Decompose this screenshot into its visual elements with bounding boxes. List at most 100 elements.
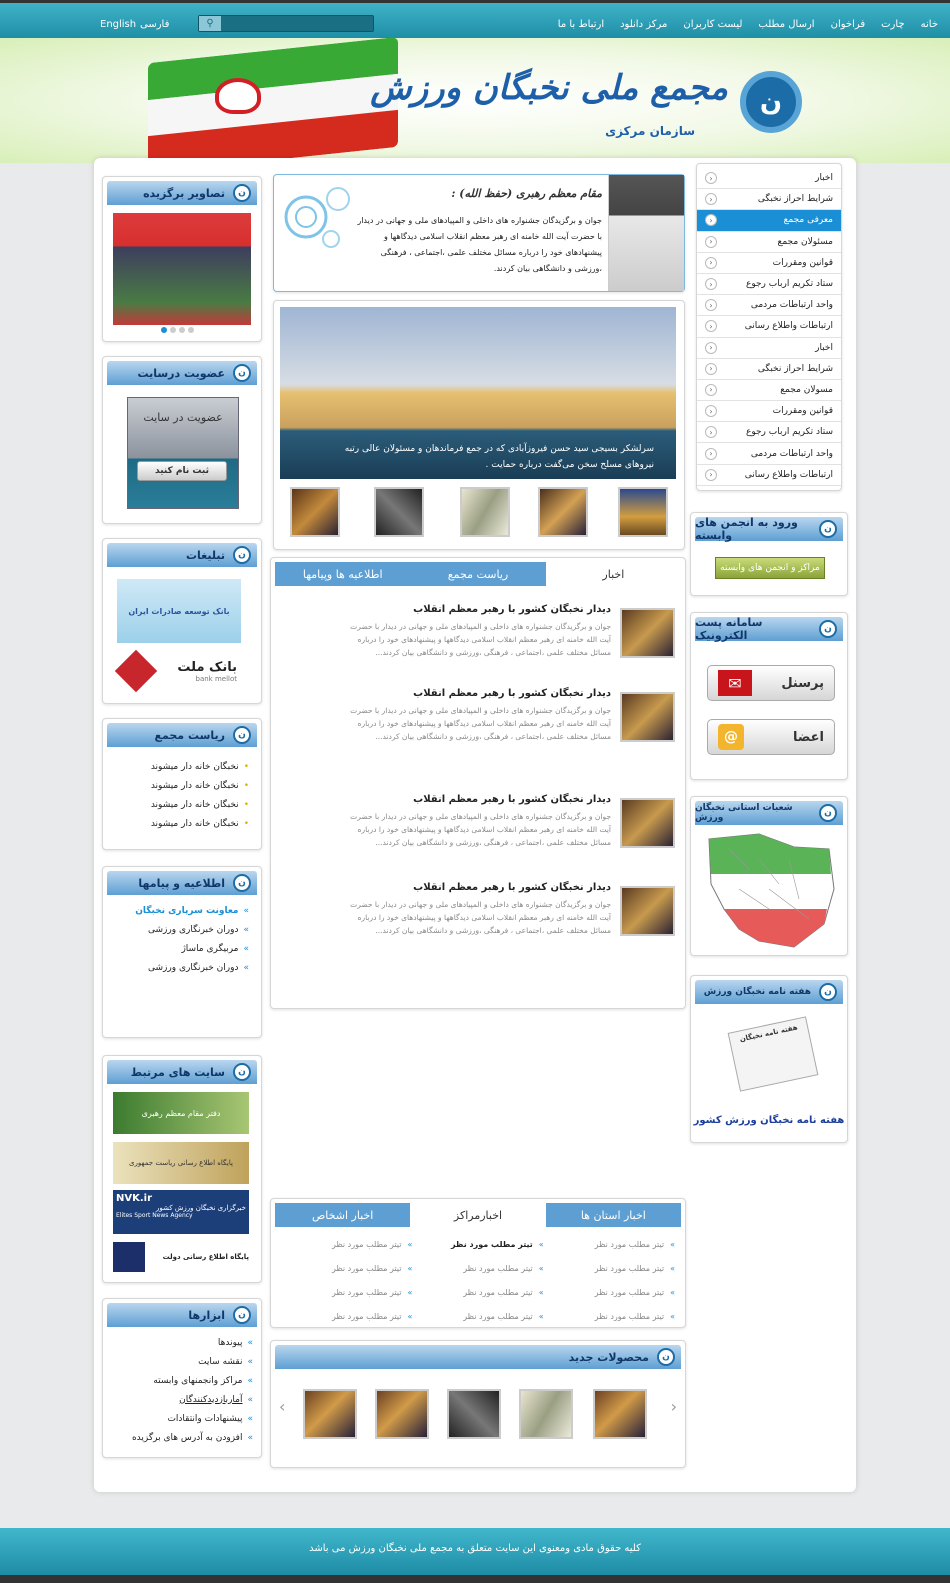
headline-label[interactable]: تیتر مطلب مورد نظر [595,1240,665,1249]
sidebar-menu-item[interactable]: مسولان مجمع ‹ [697,380,841,402]
sidebar-menu-item[interactable]: شرایط احراز نخبگی ‹ [697,359,841,380]
slider-thumb[interactable] [290,487,340,537]
list-item-label[interactable]: نخبگان خانه دار میشوند [151,762,239,772]
ad-banner-export-bank[interactable]: بانک توسعه صادرات ایران [117,579,241,643]
list-item-label[interactable]: افزودن به آدرس های برگزیده [132,1433,243,1443]
headline-item[interactable]: » تیتر مطلب مورد نظر [544,1259,675,1277]
headline-item[interactable]: » تیتر مطلب مورد نظر [281,1307,412,1325]
related-site-government[interactable]: پایگاه اطلاع رسانی دولت [113,1242,249,1272]
list-item[interactable]: » معاونت سرپاری نخبگان [113,901,249,920]
sidebar-menu-item[interactable]: اخبار ‹ [697,168,841,190]
sidebar-menu-item[interactable]: قوانین ومقررات ‹ [697,401,841,423]
personnel-mail-button[interactable]: ✉ پرسنل [707,665,835,701]
sidebar-menu-item[interactable]: واحد ارتباطات مردمی ‹ [697,443,841,465]
headline-item[interactable]: » تیتر مطلب مورد نظر [412,1235,544,1253]
members-mail-button[interactable]: @ اعضا [707,719,835,755]
list-item-label[interactable]: پیوندها [218,1338,243,1348]
list-item[interactable]: » افزودن به آدرس های برگزیده [109,1428,253,1447]
list-item-label[interactable]: مراکز وانجمنهای وابسته [153,1376,242,1386]
list-item[interactable]: » آماربازدیدکنندگان [109,1390,253,1409]
newspaper-image[interactable]: هفته نامه نخبگان [727,1016,819,1092]
list-item-label[interactable]: آماربازدیدکنندگان [179,1395,242,1405]
search-icon[interactable]: ⚲ [199,16,221,31]
sidebar-menu-item[interactable]: ارتباطات واطلاع رسانی ‹ [697,465,841,486]
nav-contact[interactable]: ارتباط با ما [558,19,604,30]
headline-label[interactable]: تیتر مطلب مورد نظر [595,1264,665,1273]
list-item[interactable]: » مراکز وانجمنهای وابسته [109,1371,253,1390]
nav-chart[interactable]: چارت [881,19,904,30]
list-item-label[interactable]: دوران خبرنگاری ورزشی [148,925,238,935]
sidebar-menu-item[interactable]: ارتباطات واطلاع رسانی ‹ [697,316,841,338]
product-thumb[interactable] [519,1389,573,1439]
headline-label[interactable]: تیتر مطلب مورد نظر [463,1264,533,1273]
news-title[interactable]: دیدار نخبگان کشور با رهبر معظم انقلاب [413,604,611,615]
headline-item[interactable]: » تیتر مطلب مورد نظر [544,1235,675,1253]
lang-farsi[interactable]: فارسی [140,19,169,30]
list-item[interactable]: » پیوندها [109,1333,253,1352]
headline-item[interactable]: » تیتر مطلب مورد نظر [412,1307,543,1325]
headline-item[interactable]: » تیتر مطلب مورد نظر [412,1283,543,1301]
nav-download[interactable]: مرکز دانلود [620,19,667,30]
news-thumb[interactable] [620,798,675,848]
list-item[interactable]: • نخبگان خانه دار میشوند [123,776,249,795]
news-item[interactable]: دیدار نخبگان کشور با رهبر معظم انقلاب جوا… [283,604,675,664]
list-item-label[interactable]: نخبگان خانه دار میشوند [151,819,239,829]
headline-label[interactable]: تیتر مطلب مورد نظر [463,1288,533,1297]
sidebar-menu-item[interactable]: ستاد تکریم ارباب رجوع ‹ [697,274,841,296]
slider-thumb[interactable] [618,487,668,537]
tab-province-news[interactable]: اخبار استان ها [546,1203,681,1227]
product-thumb[interactable] [375,1389,429,1439]
register-button[interactable]: ثبت نام کنید [137,461,227,481]
headline-label[interactable]: تیتر مطلب مورد نظر [451,1240,533,1249]
nav-users[interactable]: لیست کاربران [683,19,742,30]
list-item[interactable]: • نخبگان خانه دار میشوند [123,757,249,776]
list-item-label[interactable]: دوران خبرنگاری ورزشی [148,963,238,973]
search-input[interactable]: ⚲ [198,15,374,32]
related-site-leader[interactable]: دفتر مقام معظم رهبری [113,1092,249,1134]
news-thumb[interactable] [620,692,675,742]
sidebar-menu-item[interactable]: واحد ارتباطات مردمی ‹ [697,295,841,317]
news-thumb[interactable] [620,608,675,658]
sidebar-menu-item[interactable]: ستاد تکریم ارباب رجوع ‹ [697,422,841,444]
sidebar-menu-item[interactable]: معرفی مجمع ‹ [697,210,841,232]
related-site-nvk[interactable]: NVK.ir خبرگزاری نخبگان ورزش کشور Elites … [113,1190,249,1234]
news-title[interactable]: دیدار نخبگان کشور با رهبر معظم انقلاب [413,688,611,699]
list-item[interactable]: » نقشه سایت [109,1352,253,1371]
product-thumb[interactable] [447,1389,501,1439]
product-thumb[interactable] [593,1389,647,1439]
lang-english[interactable]: English [100,19,136,30]
headline-item[interactable]: » تیتر مطلب مورد نظر [281,1283,412,1301]
news-item[interactable]: دیدار نخبگان کشور با رهبر معظم انقلاب جوا… [283,688,675,748]
headline-label[interactable]: تیتر مطلب مورد نظر [595,1312,665,1321]
nav-call[interactable]: فراخوان [831,19,866,30]
list-item-label[interactable]: معاونت سرپاری نخبگان [135,906,238,916]
related-site-president[interactable]: پایگاه اطلاع رسانی ریاست جمهوری [113,1142,249,1184]
featured-dots[interactable] [161,327,194,333]
list-item-label[interactable]: نخبگان خانه دار میشوند [151,781,239,791]
sidebar-menu-item[interactable]: شرایط احراز نخبگی ‹ [697,189,841,211]
headline-item[interactable]: » تیتر مطلب مورد نظر [281,1259,412,1277]
iran-map-image[interactable] [699,829,839,951]
headline-label[interactable]: تیتر مطلب مورد نظر [463,1312,533,1321]
sidebar-menu-item[interactable]: اخبار ‹ [697,338,841,359]
list-item-label[interactable]: نقشه سایت [198,1357,242,1367]
tab-people-news[interactable]: اخبار اشخاص [275,1203,410,1227]
list-item[interactable]: » دوران خبرنگاری ورزشی [113,958,249,977]
slider-thumb[interactable] [538,487,588,537]
headline-item[interactable]: » تیتر مطلب مورد نظر [544,1307,675,1325]
list-item[interactable]: • نخبگان خانه دار میشوند [123,795,249,814]
headline-label[interactable]: تیتر مطلب مورد نظر [595,1288,665,1297]
tab-center-news[interactable]: اخبارمراکز [410,1203,546,1227]
list-item[interactable]: » دوران خبرنگاری ورزشی [113,920,249,939]
list-item-label[interactable]: پیشنهادات وانتقادات [167,1414,242,1424]
site-logo[interactable]: ن [740,71,802,133]
weekly-caption[interactable]: هفته نامه نخبگان ورزش کشور [691,1115,847,1126]
news-title[interactable]: دیدار نخبگان کشور با رهبر معظم انقلاب [413,794,611,805]
slider-thumb[interactable] [460,487,510,537]
featured-image[interactable] [113,213,251,325]
headline-label[interactable]: تیتر مطلب مورد نظر [332,1312,402,1321]
products-next-arrow[interactable]: › [671,1397,677,1416]
headline-label[interactable]: تیتر مطلب مورد نظر [332,1240,402,1249]
news-item[interactable]: دیدار نخبگان کشور با رهبر معظم انقلاب جوا… [283,882,675,942]
list-item-label[interactable]: نخبگان خانه دار میشوند [151,800,239,810]
